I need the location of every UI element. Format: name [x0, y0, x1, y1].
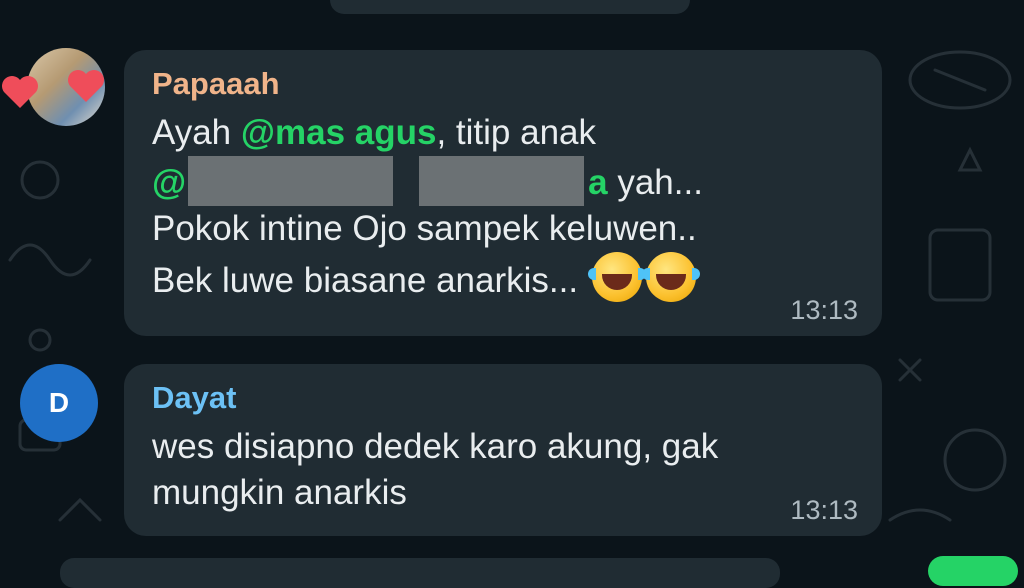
- message-text-segment: Ayah: [152, 113, 241, 152]
- redaction-block: [188, 156, 394, 206]
- message-line: mungkin anarkis: [152, 473, 407, 512]
- mention-link[interactable]: @ a: [152, 156, 608, 206]
- message-text-segment: , titip anak: [436, 113, 597, 152]
- next-outgoing-bubble-edge: [928, 556, 1018, 586]
- message-text: Ayah @mas agus, titip anak @ a yah... Pok…: [152, 110, 854, 304]
- mention-link[interactable]: @mas agus: [241, 113, 437, 152]
- next-message-bubble-edge: [60, 558, 780, 588]
- message-line: Bek luwe biasane anarkis...: [152, 252, 854, 304]
- message-line: Pokok intine Ojo sampek keluwen..: [152, 209, 697, 248]
- message-text-segment: Bek luwe biasane anarkis...: [152, 261, 579, 300]
- heart-icon: [68, 70, 104, 102]
- mention-text-start: @: [152, 163, 187, 202]
- message-line: Ayah @mas agus, titip anak: [152, 110, 854, 156]
- message-timestamp: 13:13: [790, 495, 858, 525]
- message-bubble[interactable]: Papaaah Ayah @mas agus, titip anak @ a ya…: [124, 50, 882, 336]
- sender-name[interactable]: Papaaah: [152, 64, 854, 104]
- message-text: wes disiapno dedek karo akung, gak mungk…: [152, 424, 854, 516]
- previous-message-bubble-edge: [330, 0, 690, 14]
- message-text-segment: yah...: [607, 163, 703, 202]
- message-bubble[interactable]: Dayat wes disiapno dedek karo akung, gak…: [124, 364, 882, 536]
- tears-of-joy-emoji-icon: [641, 252, 700, 302]
- redaction-block: [419, 156, 585, 206]
- heart-icon: [2, 76, 38, 108]
- sender-name[interactable]: Dayat: [152, 378, 854, 418]
- mention-text-end: a: [588, 163, 608, 202]
- tears-of-joy-emoji-icon: [587, 252, 646, 302]
- sender-avatar-letter[interactable]: D: [20, 364, 98, 442]
- message-line: wes disiapno dedek karo akung, gak: [152, 427, 719, 466]
- message-line: @ a yah...: [152, 156, 854, 206]
- message-timestamp: 13:13: [790, 295, 858, 325]
